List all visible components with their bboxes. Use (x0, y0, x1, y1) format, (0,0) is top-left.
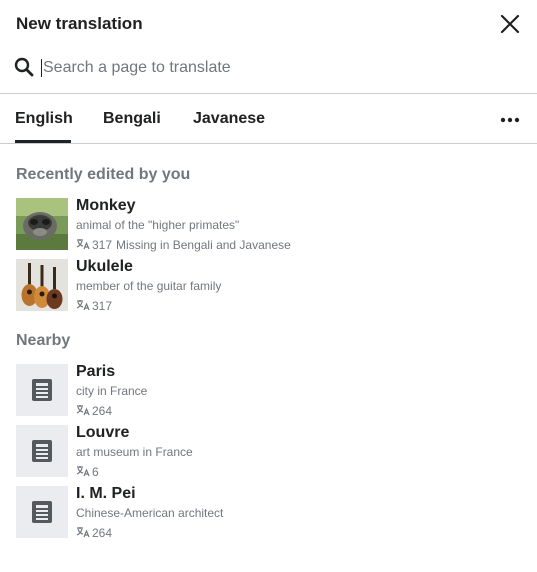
language-icon (76, 300, 90, 311)
list-item[interactable]: Paris city in France 264 (16, 362, 521, 418)
article-placeholder-icon (32, 379, 52, 401)
text-caret (41, 59, 42, 77)
search-bar (0, 48, 537, 94)
article-thumbnail (16, 486, 68, 538)
article-thumbnail (16, 425, 68, 477)
list-item[interactable]: Monkey animal of the "higher primates" 3… (16, 196, 521, 252)
language-icon (76, 405, 90, 416)
item-meta: 264 (76, 404, 112, 418)
monkey-thumbnail (16, 198, 68, 250)
missing-languages: Missing in Bengali and Javanese (116, 238, 291, 252)
tab-english[interactable]: English (15, 94, 73, 143)
item-description: city in France (76, 384, 148, 398)
close-icon[interactable] (498, 12, 522, 36)
item-description: member of the guitar family (76, 279, 222, 293)
language-tabs: English Bengali Javanese (0, 94, 537, 144)
item-title: Paris (76, 363, 116, 380)
monkey-photo (16, 198, 68, 250)
item-meta: 317 (76, 299, 112, 313)
ukulele-thumbnail (16, 259, 68, 311)
item-title: Ukulele (76, 258, 133, 275)
item-description: animal of the "higher primates" (76, 218, 240, 232)
item-meta: 264 (76, 526, 112, 540)
language-icon (76, 239, 90, 250)
dialog-header: New translation (0, 0, 537, 48)
item-meta: 6 (76, 465, 99, 479)
list-item[interactable]: Ukulele member of the guitar family 317 (16, 257, 521, 313)
item-description: art museum in France (76, 445, 193, 459)
article-placeholder-icon (32, 440, 52, 462)
recent-section-title: Recently edited by you (16, 166, 191, 183)
item-title: I. M. Pei (76, 485, 136, 502)
tab-bengali[interactable]: Bengali (103, 94, 161, 143)
nearby-section-title: Nearby (16, 332, 71, 349)
dialog-title: New translation (16, 14, 143, 33)
language-icon (76, 466, 90, 477)
search-icon (14, 57, 34, 77)
langlinks-count: 317 (92, 238, 113, 252)
article-placeholder-icon (32, 501, 52, 523)
langlinks-count: 317 (92, 299, 113, 313)
langlinks-count: 264 (92, 526, 113, 540)
tab-javanese[interactable]: Javanese (193, 94, 265, 143)
article-thumbnail (16, 364, 68, 416)
list-item[interactable]: Louvre art museum in France 6 (16, 423, 521, 479)
langlinks-count: 264 (92, 404, 113, 418)
item-title: Monkey (76, 197, 136, 214)
langlinks-count: 6 (92, 465, 99, 479)
ellipsis-icon[interactable] (498, 111, 522, 127)
item-description: Chinese-American architect (76, 506, 224, 520)
list-item[interactable]: I. M. Pei Chinese-American architect 264 (16, 484, 521, 540)
search-input[interactable] (43, 54, 513, 82)
item-title: Louvre (76, 424, 130, 441)
language-icon (76, 527, 90, 538)
ukulele-photo (16, 259, 68, 311)
item-meta: 317 Missing in Bengali and Javanese (76, 238, 291, 252)
